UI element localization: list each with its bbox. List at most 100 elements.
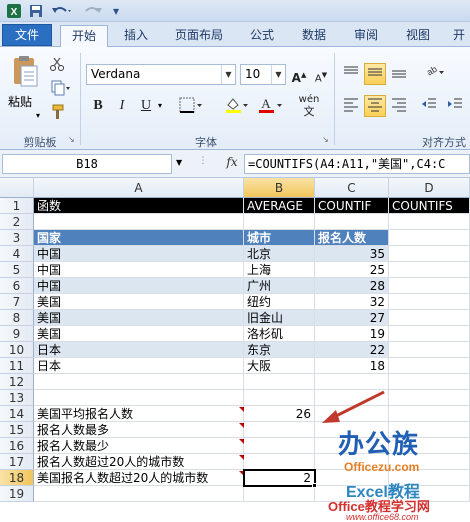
- question-label[interactable]: 美国平均报名人数: [34, 406, 244, 422]
- row-header[interactable]: 17: [0, 454, 34, 470]
- table-cell[interactable]: 纽约: [244, 294, 315, 310]
- table-cell[interactable]: 35: [315, 246, 389, 262]
- align-bottom-icon[interactable]: [388, 63, 410, 85]
- font-name-select[interactable]: Verdana ▼: [86, 64, 236, 85]
- font-color-icon[interactable]: A: [256, 95, 286, 117]
- cell-b1[interactable]: AVERAGE: [244, 198, 315, 214]
- align-right-icon[interactable]: [388, 95, 410, 117]
- row-header[interactable]: 6: [0, 278, 34, 294]
- italic-button[interactable]: I: [112, 95, 132, 117]
- bold-button[interactable]: B: [88, 95, 108, 117]
- table-cell[interactable]: 东京: [244, 342, 315, 358]
- row-header[interactable]: 16: [0, 438, 34, 454]
- table-header-city[interactable]: 城市: [244, 230, 315, 246]
- row-header[interactable]: 10: [0, 342, 34, 358]
- tab-formulas[interactable]: 公式: [240, 25, 284, 46]
- cell-a1[interactable]: 函数: [34, 198, 244, 214]
- column-header-d[interactable]: D: [389, 178, 470, 198]
- table-cell[interactable]: 18: [315, 358, 389, 374]
- table-cell[interactable]: 32: [315, 294, 389, 310]
- row-header[interactable]: 15: [0, 422, 34, 438]
- tab-insert[interactable]: 插入: [114, 25, 158, 46]
- cell-d13[interactable]: [389, 390, 470, 406]
- tab-review[interactable]: 审阅: [344, 25, 388, 46]
- formula-input[interactable]: =COUNTIFS(A4:A11,"美国",C4:C: [244, 154, 470, 174]
- cell-d3[interactable]: [389, 230, 470, 246]
- insert-function-icon[interactable]: fx: [222, 155, 242, 173]
- tab-home[interactable]: 开始: [60, 25, 108, 47]
- cell-d2[interactable]: [389, 214, 470, 230]
- increase-indent-icon[interactable]: [444, 95, 466, 117]
- cell-d7[interactable]: [389, 294, 470, 310]
- save-icon[interactable]: [28, 3, 44, 19]
- name-box-dropdown-icon[interactable]: ▼: [176, 158, 182, 167]
- tab-file[interactable]: 文件: [2, 24, 52, 46]
- table-cell[interactable]: 上海: [244, 262, 315, 278]
- row-header[interactable]: 5: [0, 262, 34, 278]
- comment-indicator-icon[interactable]: [239, 423, 244, 428]
- table-cell[interactable]: 22: [315, 342, 389, 358]
- tab-page-layout[interactable]: 页面布局: [164, 25, 234, 46]
- row-header[interactable]: 12: [0, 374, 34, 390]
- customize-qat-icon[interactable]: ▾: [110, 3, 122, 19]
- question-label[interactable]: 报名人数最多: [34, 422, 244, 438]
- align-center-icon[interactable]: [364, 95, 386, 117]
- tab-view[interactable]: 视图: [396, 25, 440, 46]
- cell-d9[interactable]: [389, 326, 470, 342]
- table-cell[interactable]: 中国: [34, 262, 244, 278]
- table-cell[interactable]: 日本: [34, 342, 244, 358]
- column-header-c[interactable]: C: [315, 178, 389, 198]
- row-header-selected[interactable]: 18: [0, 470, 34, 486]
- font-size-select[interactable]: 10 ▼: [240, 64, 286, 85]
- comment-indicator-icon[interactable]: [239, 407, 244, 412]
- cell-d12[interactable]: [389, 374, 470, 390]
- orientation-icon[interactable]: ab: [418, 63, 448, 85]
- question-label[interactable]: 美国报名人数超过20人的城市数: [34, 470, 244, 486]
- cell-b2[interactable]: [244, 214, 315, 230]
- select-all-corner[interactable]: [0, 178, 34, 198]
- cell-b12[interactable]: [244, 374, 315, 390]
- table-cell[interactable]: 中国: [34, 278, 244, 294]
- cell-b13[interactable]: [244, 390, 315, 406]
- phonetic-guide-button[interactable]: wén 文: [294, 93, 324, 119]
- row-header[interactable]: 7: [0, 294, 34, 310]
- question-label[interactable]: 报名人数超过20人的城市数: [34, 454, 244, 470]
- clipboard-launcher-icon[interactable]: ↘: [68, 135, 75, 144]
- cell-c2[interactable]: [315, 214, 389, 230]
- cell-d1[interactable]: COUNTIFS: [389, 198, 470, 214]
- column-header-a[interactable]: A: [34, 178, 244, 198]
- table-cell[interactable]: 28: [315, 278, 389, 294]
- comment-indicator-icon[interactable]: [239, 455, 244, 460]
- table-header-country[interactable]: 国家: [34, 230, 244, 246]
- cell-d6[interactable]: [389, 278, 470, 294]
- question-value[interactable]: [244, 438, 315, 454]
- cell-a2[interactable]: [34, 214, 244, 230]
- font-size-dropdown-icon[interactable]: ▼: [271, 65, 285, 84]
- table-cell[interactable]: 19: [315, 326, 389, 342]
- undo-icon[interactable]: [50, 3, 74, 19]
- format-painter-icon[interactable]: [48, 103, 66, 123]
- cell-b19[interactable]: [244, 486, 315, 502]
- font-name-dropdown-icon[interactable]: ▼: [221, 65, 235, 84]
- font-launcher-icon[interactable]: ↘: [322, 135, 329, 144]
- fill-color-icon[interactable]: [222, 95, 252, 117]
- decrease-indent-icon[interactable]: [418, 95, 440, 117]
- question-value[interactable]: 26: [244, 406, 315, 422]
- fill-handle[interactable]: [312, 483, 317, 488]
- cell-d10[interactable]: [389, 342, 470, 358]
- grow-font-icon[interactable]: A▲: [290, 64, 308, 85]
- row-header[interactable]: 13: [0, 390, 34, 406]
- excel-logo-icon[interactable]: X: [6, 3, 22, 19]
- table-cell[interactable]: 北京: [244, 246, 315, 262]
- cell-a13[interactable]: [34, 390, 244, 406]
- table-cell[interactable]: 大阪: [244, 358, 315, 374]
- paste-dropdown-icon[interactable]: ▾: [36, 111, 40, 120]
- question-value[interactable]: [244, 454, 315, 470]
- row-header[interactable]: 14: [0, 406, 34, 422]
- cut-icon[interactable]: [48, 55, 66, 75]
- underline-button[interactable]: U: [136, 95, 156, 117]
- align-left-icon[interactable]: [340, 95, 362, 117]
- borders-icon[interactable]: [176, 95, 206, 117]
- table-cell[interactable]: 美国: [34, 294, 244, 310]
- tab-developer[interactable]: 开: [448, 25, 470, 46]
